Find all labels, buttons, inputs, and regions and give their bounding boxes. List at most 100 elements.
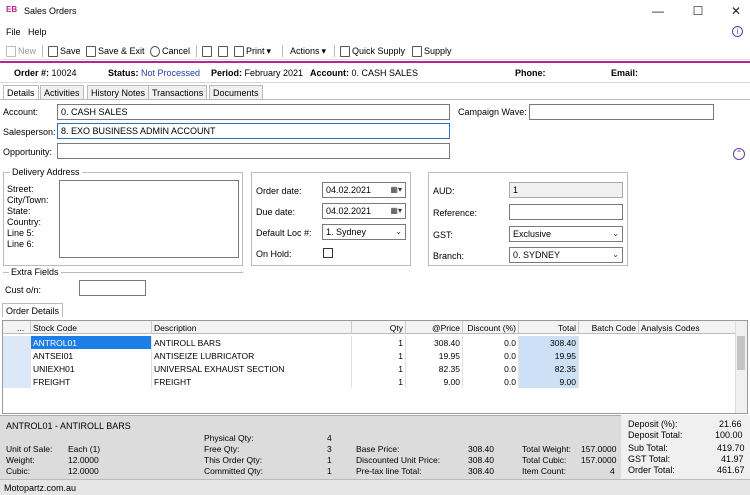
tab-transactions[interactable]: Transactions <box>148 85 208 99</box>
row-total[interactable]: 82.35 <box>519 362 579 375</box>
row-qty[interactable]: 1 <box>352 375 406 388</box>
save-exit-button[interactable]: Save & Exit <box>86 44 145 58</box>
row-description[interactable]: FREIGHT <box>152 375 352 388</box>
collapse-chevron-icon[interactable]: ⌃ <box>733 148 745 160</box>
row-description[interactable]: ANTIROLL BARS <box>152 336 352 349</box>
period-value: February 2021 <box>244 68 304 78</box>
row-selector <box>3 362 31 375</box>
row-discount[interactable]: 0.0 <box>463 362 519 375</box>
aud-field: 1 <box>509 182 623 198</box>
new-button[interactable]: New <box>6 44 36 58</box>
col-header-stock-code[interactable]: Stock Code <box>31 321 152 334</box>
row-price[interactable]: 82.35 <box>406 362 463 375</box>
save-icon <box>48 45 58 57</box>
menu-help[interactable]: Help <box>28 27 47 37</box>
order-number: 10024 <box>51 68 77 78</box>
tab-documents[interactable]: Documents <box>209 85 263 99</box>
table-row[interactable]: ANTSEI01 ANTISEIZE LUBRICATOR 1 19.95 0.… <box>3 349 747 362</box>
col-header-total[interactable]: Total <box>519 321 579 334</box>
tab-history-notes[interactable]: History Notes <box>87 85 150 99</box>
report-button[interactable] <box>218 44 228 58</box>
cust-on-field[interactable] <box>79 280 146 296</box>
col-header-description[interactable]: Description <box>152 321 352 334</box>
reference-field[interactable] <box>509 204 623 220</box>
gst-label: GST: <box>433 230 454 240</box>
row-price[interactable]: 19.95 <box>406 349 463 362</box>
committed-qty-label: Committed Qty: <box>204 466 264 476</box>
delivery-address-field[interactable] <box>59 180 239 258</box>
cancel-icon <box>150 45 160 57</box>
tab-details[interactable]: Details <box>3 85 39 100</box>
row-stock-code[interactable]: UNIEXH01 <box>31 362 152 375</box>
campaign-wave-field[interactable] <box>529 104 714 120</box>
row-discount[interactable]: 0.0 <box>463 336 519 349</box>
supply-button[interactable]: Supply <box>412 44 452 58</box>
row-stock-code[interactable]: ANTSEI01 <box>31 349 152 362</box>
row-stock-code[interactable]: ANTROL01 <box>31 336 152 349</box>
row-description[interactable]: ANTISEIZE LUBRICATOR <box>152 349 352 362</box>
save-button[interactable]: Save <box>48 44 81 58</box>
new-icon <box>6 45 16 57</box>
row-stock-code[interactable]: FREIGHT <box>31 375 152 388</box>
col-header-menu[interactable]: ... <box>3 321 31 334</box>
gst-select[interactable]: Exclusive ⌄ <box>509 226 623 242</box>
col-header-batch-code[interactable]: Batch Code <box>579 321 639 334</box>
row-total[interactable]: 19.95 <box>519 349 579 362</box>
table-row[interactable]: FREIGHT FREIGHT 1 9.00 0.0 9.00 <box>3 375 747 388</box>
status-label: Status: Not Processed <box>108 68 201 78</box>
order-number-label: Order #: 10024 <box>14 68 77 78</box>
tab-order-details[interactable]: Order Details <box>2 303 64 317</box>
chevron-down-icon: ▾ <box>321 45 327 56</box>
close-button[interactable]: ✕ <box>726 4 746 18</box>
weight-label: Weight: <box>6 455 35 465</box>
menu-file[interactable]: File <box>6 27 21 37</box>
row-qty[interactable]: 1 <box>352 349 406 362</box>
due-date-field[interactable]: 04.02.2021 ▦▾ <box>322 203 406 219</box>
row-total[interactable]: 308.40 <box>519 336 579 349</box>
maximize-button[interactable]: ☐ <box>688 4 708 18</box>
default-loc-select[interactable]: 1. Sydney ⌄ <box>322 224 406 240</box>
salesperson-field[interactable]: 8. EXO BUSINESS ADMIN ACCOUNT <box>57 123 450 139</box>
on-hold-checkbox[interactable] <box>323 248 333 258</box>
tab-activities[interactable]: Activities <box>40 85 84 99</box>
row-price[interactable]: 308.40 <box>406 336 463 349</box>
info-icon[interactable]: i <box>732 26 743 37</box>
col-header-analysis-codes[interactable]: Analysis Codes <box>639 321 736 334</box>
row-qty[interactable]: 1 <box>352 362 406 375</box>
col-header-discount[interactable]: Discount (%) <box>463 321 519 334</box>
item-count-label: Item Count: <box>522 466 566 476</box>
print-button[interactable]: Print ▾ <box>234 44 271 58</box>
calendar-dropdown-icon[interactable]: ▦▾ <box>390 185 402 194</box>
branch-select[interactable]: 0. SYDNEY ⌄ <box>509 247 623 263</box>
row-total[interactable]: 9.00 <box>519 375 579 388</box>
list-button[interactable] <box>202 44 212 58</box>
actions-button[interactable]: Actions ▾ <box>290 44 326 58</box>
cancel-button[interactable]: Cancel <box>150 44 190 58</box>
toolbar-separator <box>282 45 283 57</box>
order-date-field[interactable]: 04.02.2021 ▦▾ <box>322 182 406 198</box>
calendar-dropdown-icon[interactable]: ▦▾ <box>390 206 402 215</box>
row-discount[interactable]: 0.0 <box>463 349 519 362</box>
phone-label: Phone: <box>515 68 546 78</box>
account-field[interactable]: 0. CASH SALES <box>57 104 450 120</box>
order-total-label: Order Total: <box>628 465 675 475</box>
opportunity-field[interactable] <box>57 143 450 159</box>
header-account-label: Account: 0. CASH SALES <box>310 68 419 78</box>
minimize-button[interactable]: — <box>648 4 668 18</box>
row-price[interactable]: 9.00 <box>406 375 463 388</box>
row-description[interactable]: UNIVERSAL EXHAUST SECTION <box>152 362 352 375</box>
table-row[interactable]: UNIEXH01 UNIVERSAL EXHAUST SECTION 1 82.… <box>3 362 747 375</box>
table-row[interactable]: ANTROL01 ANTIROLL BARS 1 308.40 0.0 308.… <box>3 336 747 349</box>
quick-supply-button[interactable]: Quick Supply <box>340 44 405 58</box>
col-header-price[interactable]: @Price <box>406 321 463 334</box>
report-icon <box>218 45 228 57</box>
physical-qty-value: 4 <box>327 433 332 443</box>
row-discount[interactable]: 0.0 <box>463 375 519 388</box>
this-order-qty-label: This Order Qty: <box>204 455 263 465</box>
due-date-label: Due date: <box>256 207 296 217</box>
supply-icon <box>412 45 422 57</box>
grid-scrollbar-thumb[interactable] <box>737 336 745 370</box>
row-qty[interactable]: 1 <box>352 336 406 349</box>
toolbar-separator <box>42 45 43 57</box>
col-header-qty[interactable]: Qty <box>352 321 406 334</box>
